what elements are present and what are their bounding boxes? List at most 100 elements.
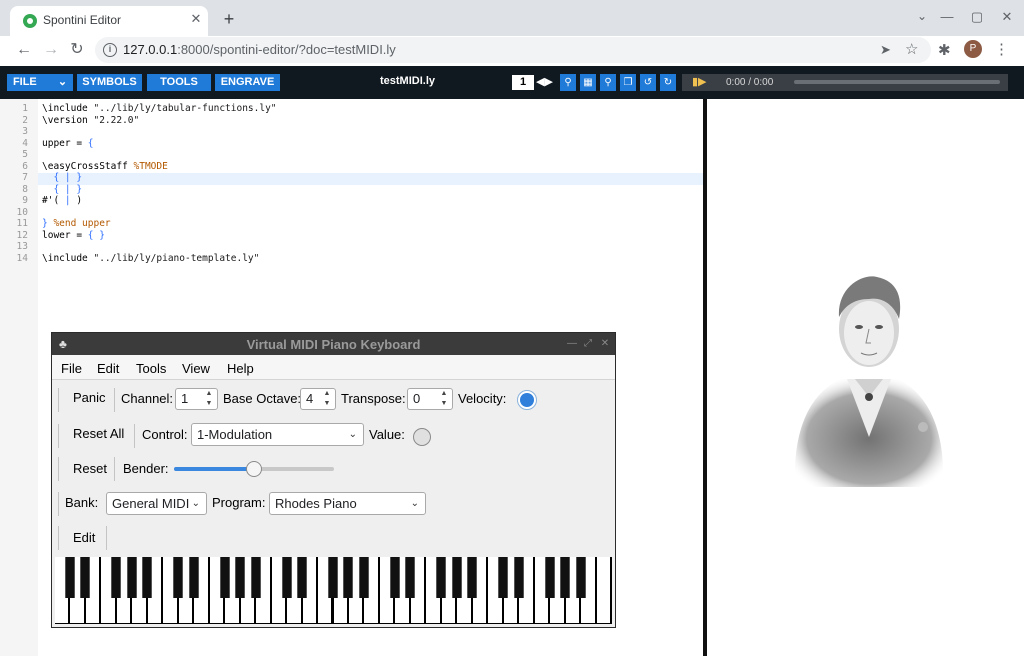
vmpk-minimize-icon[interactable]: — <box>565 337 579 351</box>
piano-black-key[interactable] <box>126 557 137 598</box>
piano-black-key[interactable] <box>467 557 478 598</box>
code-line[interactable]: 7 { | } <box>0 172 703 184</box>
piano-black-key[interactable] <box>64 557 75 598</box>
piano-black-key[interactable] <box>436 557 447 598</box>
browser-tab[interactable]: Spontini Editor ✕ <box>10 6 208 36</box>
file-menu-button[interactable]: FILE ⌄ <box>7 74 73 91</box>
vmpk-maximize-icon[interactable]: ⤢ <box>581 337 595 351</box>
code-line[interactable]: 1 \include "../lib/ly/tabular-functions.l… <box>0 103 703 115</box>
value-dial[interactable] <box>413 428 431 446</box>
vmpk-titlebar[interactable]: ♣ Virtual MIDI Piano Keyboard — ⤢ ✕ <box>52 333 615 355</box>
spin-arrows-icon[interactable]: ▲ ▼ <box>204 389 214 409</box>
code-line[interactable]: 6 \easyCrossStaff %TMODE <box>0 161 703 173</box>
share-icon[interactable]: ➤ <box>880 42 891 58</box>
profile-avatar[interactable]: P <box>964 40 982 58</box>
piano-black-key[interactable] <box>173 557 184 598</box>
piano-black-key[interactable] <box>451 557 462 598</box>
minimize-window-icon[interactable]: — <box>938 8 956 26</box>
piano-black-key[interactable] <box>513 557 524 598</box>
reload-icon[interactable]: ↻ <box>67 40 87 60</box>
piano-white-key[interactable] <box>596 557 611 623</box>
code-line[interactable]: 10 <box>0 207 703 219</box>
piano-black-key[interactable] <box>111 557 122 598</box>
piano-black-key[interactable] <box>250 557 261 598</box>
piano-black-key[interactable] <box>343 557 354 598</box>
copy-pages-icon[interactable]: ❐ <box>620 74 636 91</box>
piano-black-key[interactable] <box>235 557 246 598</box>
bookmark-star-icon[interactable]: ☆ <box>905 40 918 58</box>
reset-all-button[interactable]: Reset All <box>73 424 124 444</box>
back-arrow-icon[interactable]: ← <box>14 40 34 60</box>
code-line[interactable]: 11} %end upper <box>0 218 703 230</box>
fit-page-icon[interactable]: ▦ <box>580 74 596 91</box>
spin-arrows-icon[interactable]: ▲ ▼ <box>439 389 449 409</box>
vmpk-menu-edit[interactable]: Edit <box>97 361 119 376</box>
code-line[interactable]: 12 lower = { } <box>0 230 703 242</box>
forward-arrow-icon[interactable]: → <box>41 40 61 60</box>
control-combobox[interactable]: 1-Modulation ⌄ <box>191 423 364 446</box>
play-icon[interactable]: ▮▶ <box>692 75 707 90</box>
piano-black-key[interactable] <box>328 557 338 598</box>
extensions-puzzle-icon[interactable]: ✱ <box>938 41 951 59</box>
piano-black-key[interactable] <box>188 557 199 598</box>
vmpk-menu-view[interactable]: View <box>182 361 210 376</box>
piano-black-key[interactable] <box>544 557 555 598</box>
piano-black-key[interactable] <box>560 557 571 598</box>
code-line[interactable]: 5 <box>0 149 703 161</box>
tools-button[interactable]: TOOLS <box>147 74 211 91</box>
vmpk-menu-tools[interactable]: Tools <box>136 361 166 376</box>
piano-black-key[interactable] <box>80 557 91 598</box>
vmpk-close-icon[interactable]: ✕ <box>598 337 612 351</box>
reset-button[interactable]: Reset <box>73 459 107 479</box>
vmpk-menu-file[interactable]: File <box>61 361 82 376</box>
code-line[interactable]: 4 upper = { <box>0 138 703 150</box>
player-progress-track[interactable] <box>794 80 1000 84</box>
new-tab-plus-icon[interactable]: + <box>219 9 239 29</box>
bank-value: General MIDI <box>112 496 190 511</box>
symbols-button[interactable]: SYMBOLS <box>77 74 142 91</box>
page-number-field[interactable]: 1 <box>512 75 534 90</box>
code-line[interactable]: 2 \version "2.22.0" <box>0 115 703 127</box>
bank-combobox[interactable]: General MIDI ⌄ <box>106 492 207 515</box>
piano-black-key[interactable] <box>498 557 509 598</box>
edit-button[interactable]: Edit <box>73 528 95 548</box>
piano-black-key[interactable] <box>358 557 369 598</box>
channel-spinbox[interactable]: 1 ▲ ▼ <box>175 388 218 410</box>
piano-black-key[interactable] <box>297 557 308 598</box>
piano-black-key[interactable] <box>575 557 586 598</box>
page-nav-arrows-icon[interactable]: ◀▶ <box>536 74 553 91</box>
base-octave-spinbox[interactable]: 4 ▲ ▼ <box>300 388 336 410</box>
tab-search-chevron-icon[interactable]: ⌄ <box>913 9 931 27</box>
vmpk-menu-help[interactable]: Help <box>227 361 254 376</box>
panic-button[interactable]: Panic <box>73 388 106 408</box>
piano-black-key[interactable] <box>405 557 416 598</box>
code-line[interactable]: 14 \include "../lib/ly/piano-template.ly" <box>0 253 703 265</box>
code-line[interactable]: 8 { | } <box>0 184 703 196</box>
piano-black-key[interactable] <box>219 557 230 598</box>
tab-close-icon[interactable]: ✕ <box>188 11 204 27</box>
code-line[interactable]: 13 <box>0 241 703 253</box>
program-combobox[interactable]: Rhodes Piano ⌄ <box>269 492 426 515</box>
site-info-icon[interactable]: i <box>103 43 117 57</box>
browser-menu-kebab-icon[interactable]: ⋮ <box>994 40 1009 58</box>
address-bar[interactable]: i 127.0.0.1:8000/spontini-editor/?doc=te… <box>95 37 931 63</box>
code-line[interactable]: 3 <box>0 126 703 138</box>
preview-scrollbar[interactable] <box>1017 99 1024 656</box>
maximize-window-icon[interactable]: ▢ <box>968 8 986 26</box>
velocity-dial[interactable] <box>517 390 537 410</box>
code-line[interactable]: 9 #'( | ) <box>0 195 703 207</box>
close-window-icon[interactable]: ✕ <box>998 8 1016 26</box>
engrave-button[interactable]: ENGRAVE <box>215 74 280 91</box>
url-text[interactable]: 127.0.0.1:8000/spontini-editor/?doc=test… <box>123 42 396 57</box>
bender-slider-handle[interactable] <box>246 461 262 477</box>
redo-icon[interactable]: ↻ <box>660 74 676 91</box>
zoom-search-icon[interactable]: ⚲ <box>560 74 576 91</box>
transpose-spinbox[interactable]: 0 ▲ ▼ <box>407 388 453 410</box>
piano-black-key[interactable] <box>281 557 292 598</box>
zoom-area-icon[interactable]: ⚲ <box>600 74 616 91</box>
spin-arrows-icon[interactable]: ▲ ▼ <box>322 389 332 409</box>
piano-black-key[interactable] <box>142 557 153 598</box>
undo-icon[interactable]: ↺ <box>640 74 656 91</box>
piano-black-key[interactable] <box>389 557 400 598</box>
